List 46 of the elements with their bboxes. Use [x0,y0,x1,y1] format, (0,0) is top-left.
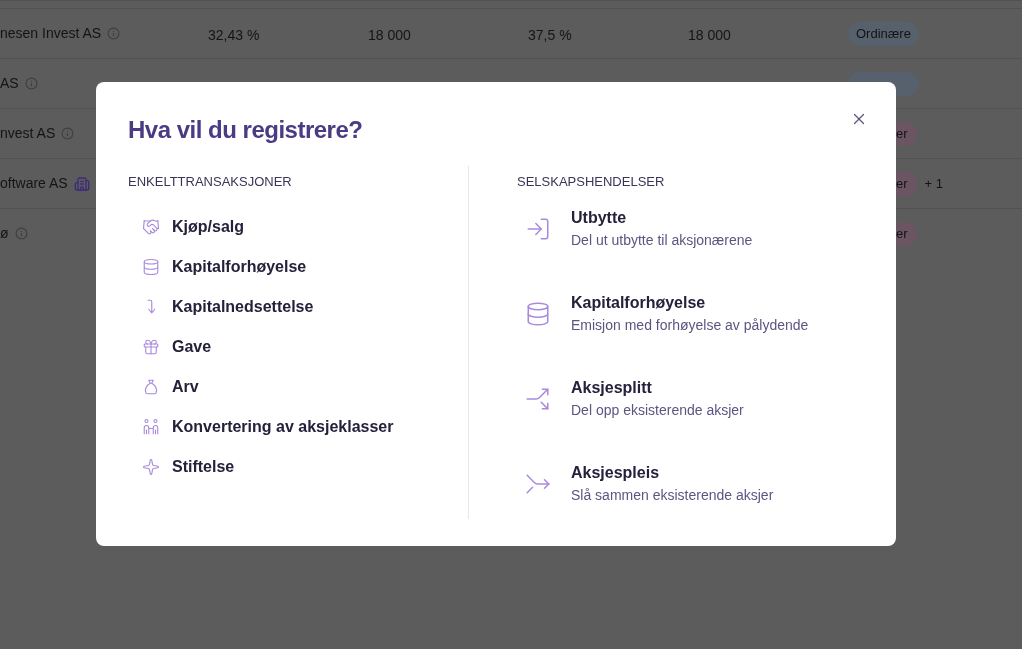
option-title: Utbytte [571,207,628,228]
section-heading: ENKELTTRANSAKSJONER [128,173,293,191]
gift-icon [142,337,160,356]
shareholder-name: ø [0,224,9,243]
option-description: Slå sammen eksisterende aksjer [571,485,774,505]
money-bag-icon [142,377,160,396]
coin-stack-icon [525,300,551,327]
option-description: Emisjon med forhøyelse av pålydende [571,315,809,335]
handshake-icon [142,217,160,236]
option-description: Del ut utbytte til aksjonærene [571,230,753,250]
share-class-badge: Ordinære [848,22,919,46]
info-icon [61,127,75,140]
transaction-option[interactable]: Arv [142,374,468,399]
option-title: Kapitalforhøyelse [571,292,707,313]
event-option[interactable]: Aksjespleis Slå sammen eksisterende aksjer [525,461,809,506]
info-icon [14,227,28,240]
transaction-option[interactable]: Konvertering av aksjeklasser [142,414,468,439]
option-description: Del opp eksisterende aksjer [571,400,744,420]
transaction-option[interactable]: Stiftelse [142,454,468,479]
info-icon [107,27,121,40]
option-title: Aksjespleis [571,462,661,483]
extra-count: + 1 [924,175,943,194]
transaction-option[interactable]: Kapitalnedsettelse [142,294,468,319]
transaction-option[interactable]: Kjøp/salg [142,214,468,239]
shareholder-name: AS [0,74,19,93]
coin-stack-icon [142,257,160,276]
shareholder-name: oftware AS [0,174,68,193]
table-cell-text: 32,43 % [208,26,260,45]
transaction-option[interactable]: Kapitalforhøyelse [142,254,468,279]
building-icon [73,175,90,192]
sparkle-icon [142,457,160,476]
table-cell-text: 18 000 [368,26,411,45]
split-arrows-icon [525,385,551,412]
table-cell-text: 37,5 % [528,26,572,45]
event-option[interactable]: Aksjesplitt Del opp eksisterende aksjer [525,376,809,421]
info-icon [24,77,38,90]
table-cell-text: 18 000 [688,26,731,45]
people-icon [142,417,160,436]
event-option[interactable]: Utbytte Del ut utbytte til aksjonærene [525,206,809,251]
dialog-title: Hva vil du registrere? [128,115,363,145]
shareholder-name: nvest AS [0,124,56,143]
transaction-option[interactable]: Gave [142,334,468,359]
event-option[interactable]: Kapitalforhøyelse Emisjon med forhøyelse av pålydende [525,291,809,336]
shareholder-name: nesen Invest AS [0,24,102,43]
section-heading: SELSKAPSHENDELSER [517,173,666,191]
option-title: Aksjesplitt [571,377,653,398]
